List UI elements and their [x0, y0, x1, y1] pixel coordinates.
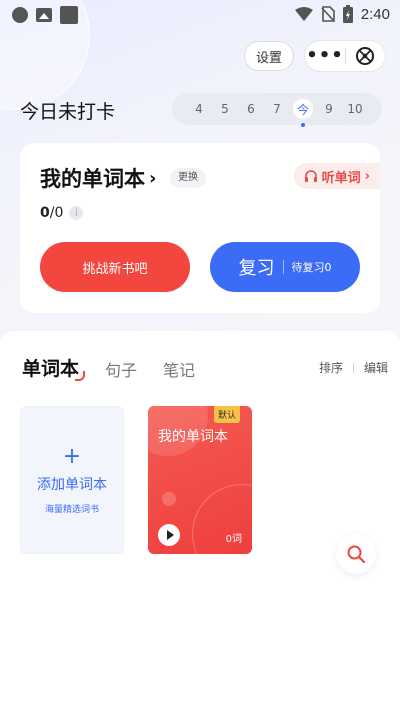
listen-words-label: 听单词	[321, 170, 361, 186]
headphones-icon	[304, 170, 317, 182]
info-icon[interactable]: i	[69, 206, 84, 220]
wordbook-title-link[interactable]: 我的单词本 ›	[40, 163, 156, 193]
review-label: 复习	[238, 258, 275, 279]
chevron-right-icon: ›	[149, 167, 157, 189]
image-icon	[36, 8, 52, 22]
change-book-button[interactable]: 更换	[170, 168, 206, 188]
tab-notes[interactable]: 笔记	[163, 357, 195, 381]
day-item[interactable]: 10	[342, 102, 368, 116]
circle-icon	[12, 7, 28, 23]
add-wordbook-label: 添加单词本	[37, 476, 107, 493]
play-icon[interactable]	[158, 524, 180, 546]
clock-time: 2:40	[360, 5, 390, 23]
square-icon	[60, 6, 78, 24]
tab-bar: 单词本 句子 笔记	[22, 354, 195, 381]
day-item[interactable]: 5	[212, 102, 238, 116]
wordbook-title: 我的单词本	[40, 167, 145, 191]
listen-words-button[interactable]: 听单词 ›	[293, 163, 380, 189]
list-actions: 排序 编辑	[319, 359, 388, 376]
day-item-today[interactable]: 今	[293, 99, 313, 127]
total-count: /0	[49, 205, 64, 221]
battery-charging-icon	[342, 5, 353, 23]
tab-wordbooks[interactable]: 单词本	[22, 354, 86, 381]
checkin-status-title: 今日未打卡	[20, 101, 116, 123]
search-button[interactable]	[336, 534, 376, 574]
status-bar: 2:40	[0, 0, 400, 28]
progress-count: 0/0 i	[40, 205, 84, 221]
sort-button[interactable]: 排序	[319, 359, 343, 376]
learned-count: 0	[40, 205, 50, 221]
no-sim-icon	[321, 6, 335, 22]
plus-icon: +	[62, 443, 82, 469]
close-circle-icon[interactable]	[346, 46, 385, 66]
word-count: 0词	[225, 534, 242, 545]
day-item[interactable]: 9	[316, 102, 342, 116]
add-wordbook-card[interactable]: + 添加单词本 海量精选词书	[20, 406, 124, 554]
more-dots-icon[interactable]: •••	[305, 41, 345, 71]
review-pending-count: 待复习0	[291, 261, 332, 274]
weekday-strip: 4 5 6 7 今 9 10	[172, 93, 382, 127]
wordbook-card: 我的单词本 › 更换 听单词 › 0/0 i 挑战新书吧 复习 待复习0	[20, 143, 380, 313]
chevron-right-icon: ›	[364, 168, 370, 184]
day-item[interactable]: 4	[186, 102, 212, 116]
wordbook-item[interactable]: 默认 我的单词本 0词	[148, 406, 252, 554]
tab-sentences[interactable]: 句子	[105, 357, 137, 381]
settings-button[interactable]: 设置	[244, 41, 294, 71]
review-button[interactable]: 复习 待复习0	[210, 242, 360, 292]
challenge-new-book-button[interactable]: 挑战新书吧	[40, 242, 190, 292]
add-wordbook-subtitle: 海量精选词书	[44, 504, 99, 515]
default-badge: 默认	[213, 406, 240, 423]
search-icon	[347, 545, 366, 564]
edit-button[interactable]: 编辑	[364, 359, 388, 376]
day-item[interactable]: 7	[264, 102, 290, 116]
wordbook-item-name: 我的单词本	[158, 429, 228, 445]
day-item[interactable]: 6	[238, 102, 264, 116]
content-panel: 单词本 句子 笔记 排序 编辑 + 添加单词本 海量精选词书 默认 我的单词本 …	[0, 331, 400, 711]
mini-program-capsule: •••	[304, 40, 386, 72]
wifi-icon	[294, 7, 313, 21]
